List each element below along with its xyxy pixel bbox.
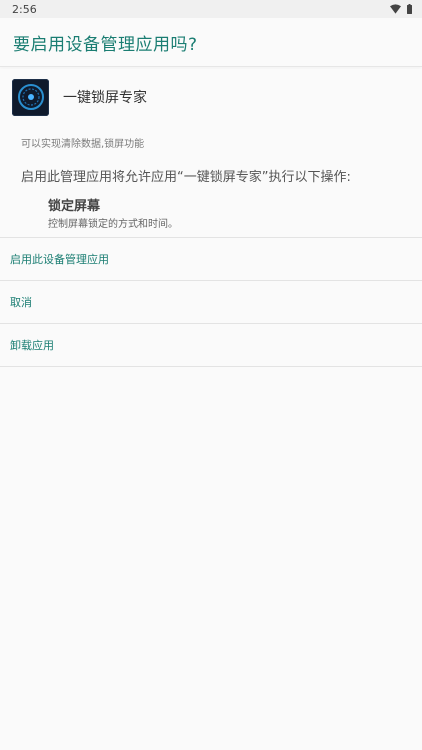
action-list: 启用此设备管理应用 取消 卸载应用 xyxy=(0,237,422,367)
app-lock-icon xyxy=(12,78,49,116)
policy-item: 锁定屏幕 控制屏幕锁定的方式和时间。 xyxy=(0,185,422,230)
uninstall-button[interactable]: 卸载应用 xyxy=(0,324,422,367)
app-info: 一键锁屏专家 xyxy=(0,67,422,119)
app-name: 一键锁屏专家 xyxy=(63,90,147,106)
status-time: 2:56 xyxy=(12,2,37,16)
status-icons xyxy=(390,4,412,14)
cancel-button[interactable]: 取消 xyxy=(0,281,422,324)
policy-description: 控制屏幕锁定的方式和时间。 xyxy=(48,219,178,230)
permission-warning: 启用此管理应用将允许应用“一键锁屏专家”执行以下操作: xyxy=(21,170,351,185)
app-description: 可以实现清除数据,锁屏功能 xyxy=(21,139,145,150)
battery-icon xyxy=(407,4,412,14)
status-bar: 2:56 xyxy=(0,0,422,18)
policy-title: 锁定屏幕 xyxy=(48,199,101,214)
enable-admin-button[interactable]: 启用此设备管理应用 xyxy=(0,238,422,281)
dialog-header: 要启用设备管理应用吗? xyxy=(0,18,422,66)
wifi-icon xyxy=(390,4,401,14)
content: 一键锁屏专家 可以实现清除数据,锁屏功能 启用此管理应用将允许应用“一键锁屏专家… xyxy=(0,67,422,367)
page-title: 要启用设备管理应用吗? xyxy=(13,34,198,55)
